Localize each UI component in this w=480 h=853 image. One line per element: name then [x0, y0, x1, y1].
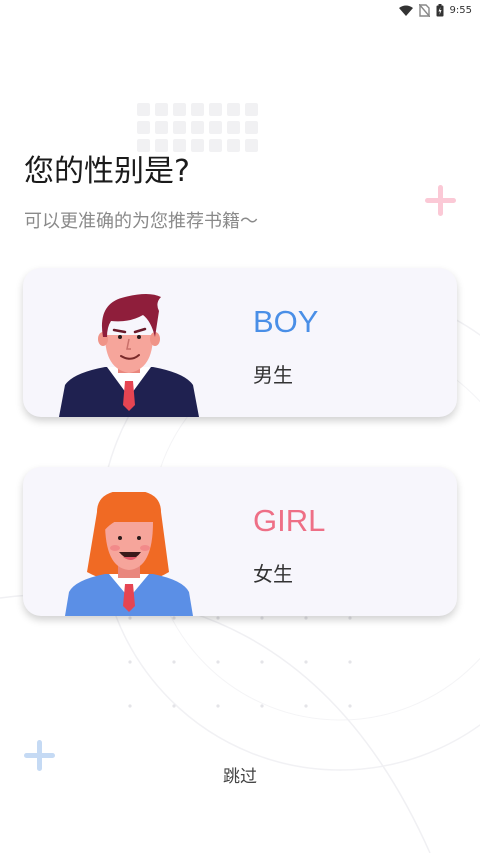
- boy-label-zh: 男生: [253, 363, 293, 387]
- decorative-dot-grid: [137, 103, 258, 152]
- page-subtitle: 可以更准确的为您推荐书籍～: [24, 211, 258, 232]
- girl-label-zh: 女生: [253, 562, 293, 586]
- girl-label-en: GIRL: [253, 503, 326, 538]
- boy-label-en: BOY: [253, 304, 319, 339]
- skip-link-row: 跳过: [0, 762, 480, 787]
- wifi-icon: [398, 5, 413, 16]
- status-time: 9:55: [449, 4, 472, 16]
- pink-plus-icon: [425, 185, 456, 216]
- skip-button[interactable]: 跳过: [223, 767, 257, 787]
- page-title: 您的性别是?: [24, 154, 190, 189]
- battery-icon: [436, 3, 444, 17]
- boy-avatar-icon: [59, 294, 199, 417]
- status-bar: 9:55: [0, 0, 480, 20]
- boy-option-card[interactable]: BOY 男生: [23, 268, 457, 417]
- girl-option-card[interactable]: GIRL 女生: [23, 467, 457, 616]
- girl-avatar-icon: [65, 492, 193, 616]
- no-sim-icon: [418, 3, 430, 17]
